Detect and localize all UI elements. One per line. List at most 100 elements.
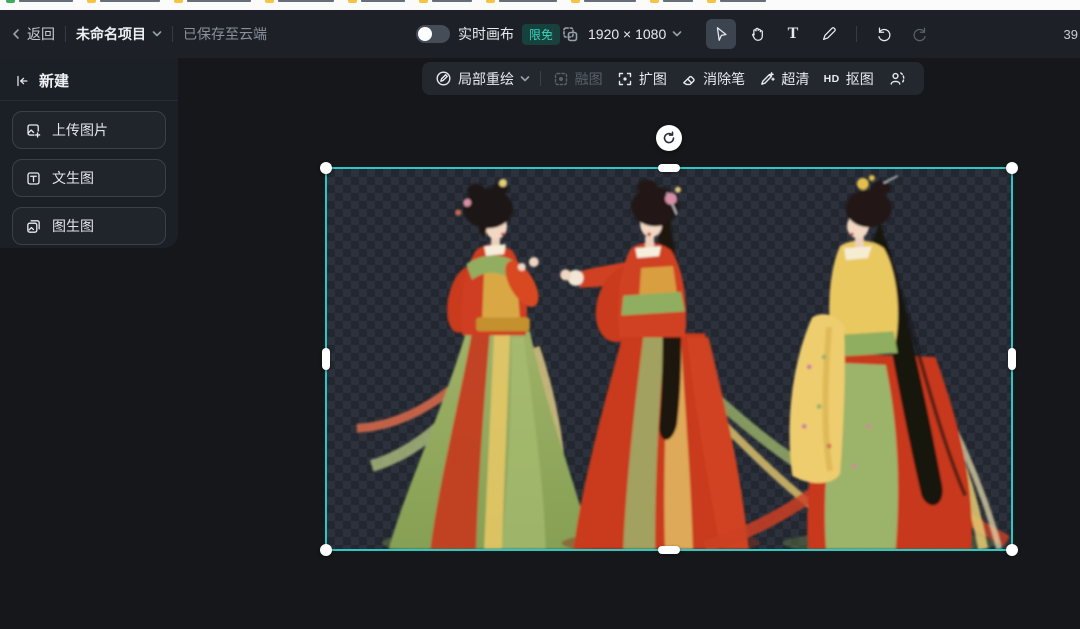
collapse-panel-icon[interactable] [14,73,30,89]
browser-bookmarks-strip [0,0,1080,10]
text-to-image-label: 文生图 [52,168,94,188]
expand-image-button[interactable]: 扩图 [617,69,667,89]
resize-handle-top[interactable] [658,164,680,172]
bookmark-folder-icon [571,0,580,3]
rotate-handle[interactable] [656,125,682,151]
bookmark-item[interactable] [486,0,557,3]
bookmark-label-cropped [584,0,636,2]
bookmark-label-cropped [100,0,160,2]
text-to-image-icon [25,170,42,187]
zoom-level[interactable]: 39 [1064,10,1078,58]
bookmark-item[interactable] [348,0,405,3]
inpaint-icon [435,70,452,87]
header-divider [552,26,553,42]
left-panel: 新建 上传图片 文生图 图生图 [0,58,178,248]
upload-image-button[interactable]: 上传图片 [12,111,166,149]
bookmark-item[interactable] [650,0,693,3]
image-to-image-icon [25,218,42,235]
app-header: 返回 未命名项目 已保存至云端 实时画布 限免 1920 × 1080 [0,10,1080,58]
save-status: 已保存至云端 [183,24,267,44]
eraser-pen-label: 消除笔 [703,69,745,89]
detail-repair-button[interactable]: 超清 [759,69,809,89]
blend-image-button[interactable]: 融图 [553,69,603,89]
bookmark-item[interactable] [419,0,472,3]
upload-image-icon [25,122,42,139]
bookmark-label-cropped [187,0,251,2]
inpaint-label: 局部重绘 [458,69,514,89]
blend-image-label: 融图 [575,69,603,89]
back-button[interactable]: 返回 [10,24,55,44]
resize-handle-top-right[interactable] [1006,162,1018,174]
resize-handle-top-left[interactable] [320,162,332,174]
bookmark-item[interactable] [6,0,73,3]
bookmark-item[interactable] [707,0,766,3]
pen-icon [820,25,838,43]
eraser-pen-button[interactable]: 消除笔 [681,69,745,89]
bookmark-label-cropped [19,0,73,2]
resize-handle-bottom[interactable] [658,546,680,554]
canvas-edit-toolbar: 局部重绘 融图 扩图 消除笔 [422,62,924,95]
cursor-tool-button[interactable] [706,19,736,49]
header-divider [65,26,66,42]
bookmark-label-cropped [361,0,405,2]
image-to-image-button[interactable]: 图生图 [12,207,166,245]
text-to-image-button[interactable]: 文生图 [12,159,166,197]
canvas-size-selector[interactable]: 1920 × 1080 [588,26,682,42]
inpaint-button[interactable]: 局部重绘 [435,69,530,89]
toolbar-divider [540,71,541,86]
bookmark-label-cropped [499,0,557,2]
bookmark-item[interactable] [87,0,160,3]
resize-handle-right[interactable] [1008,348,1016,370]
header-divider [856,26,857,42]
chevron-left-icon [10,28,22,40]
bookmark-item[interactable] [265,0,334,3]
hd-upscale-label: 抠图 [846,69,874,89]
cursor-icon [712,25,730,43]
rotate-icon [662,131,676,145]
redo-button[interactable] [905,19,935,49]
header-divider [172,26,173,42]
pen-tool-button[interactable] [814,19,844,49]
undo-icon [875,25,893,43]
toggle-knob [418,27,432,41]
app-root: 返回 未命名项目 已保存至云端 实时画布 限免 1920 × 1080 [0,0,1080,629]
expand-image-icon [617,71,633,87]
cutout-button[interactable] [888,70,911,87]
hd-upscale-button[interactable]: HD 抠图 [824,69,874,89]
hand-tool-button[interactable] [742,19,772,49]
resize-handle-bottom-right[interactable] [1006,544,1018,556]
canvas-selected-image[interactable] [325,167,1013,551]
bookmark-item[interactable] [174,0,251,3]
bookmark-folder-icon [486,0,495,3]
eraser-icon [681,71,697,87]
blend-image-icon [553,71,569,87]
chevron-down-icon [520,75,530,83]
canvas-size-value: 1920 × 1080 [588,26,666,42]
bookmarks-row [6,0,766,3]
bookmark-folder-icon [174,0,183,3]
chevron-down-icon [672,30,682,38]
bookmark-label-cropped [663,0,693,2]
undo-button[interactable] [869,19,899,49]
hd-icon: HD [824,73,840,85]
redo-icon [911,25,929,43]
hanfu-women-image [327,169,1011,549]
figure-left [357,179,601,549]
resize-handle-bottom-left[interactable] [320,544,332,556]
bookmark-folder-icon [87,0,96,3]
project-name-menu[interactable]: 未命名项目 [76,24,162,44]
bookmark-folder-icon [707,0,716,3]
realtime-canvas-toggle[interactable] [416,25,450,43]
bookmark-item[interactable] [571,0,636,3]
chevron-down-icon [152,30,162,38]
canvas-resize-icon [562,26,579,43]
upload-image-label: 上传图片 [52,120,108,140]
bookmark-favicon [6,0,15,3]
hand-icon [748,25,766,43]
resize-handle-left[interactable] [322,348,330,370]
bookmark-label-cropped [720,0,766,2]
text-tool-button[interactable]: T [778,19,808,49]
realtime-canvas-label: 实时画布 [458,24,514,44]
bookmark-folder-icon [650,0,659,3]
panel-title: 新建 [39,70,69,91]
